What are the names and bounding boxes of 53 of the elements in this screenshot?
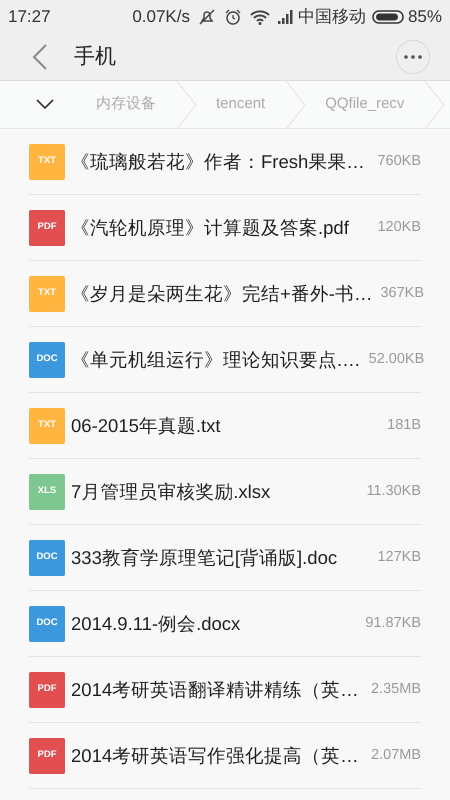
file-size: 760KB (376, 152, 421, 171)
more-icon (404, 54, 422, 58)
file-row[interactable]: DOC 《单元机组运行》理论知识要点.… 52.00KB (29, 327, 421, 393)
file-type-icon: DOC (29, 342, 65, 378)
file-name: 《岁月是朵两生花》完结+番外-书… (71, 282, 372, 306)
file-size: 2.35MB (370, 680, 421, 699)
alarm-icon (224, 8, 242, 26)
screen-title: 手机 (74, 44, 116, 70)
file-name: 《汽轮机原理》计算题及答案.pdf (71, 216, 349, 240)
battery-percent: 85% (408, 6, 442, 28)
wifi-icon (250, 8, 270, 24)
file-type-icon: TXT (29, 144, 65, 180)
battery-icon (372, 10, 404, 24)
file-name: 《琉璃般若花》作者：Fresh果果… (71, 150, 365, 174)
file-row[interactable]: PDF 2014考研英语写作强化提高（英… 2.07MB (29, 723, 421, 789)
file-row[interactable]: TXT 《岁月是朵两生花》完结+番外-书… 367KB (29, 261, 421, 327)
file-name: 2014.9.11-例会.docx (71, 612, 240, 636)
back-button[interactable] (32, 44, 48, 70)
file-type-icon: XLS (29, 474, 65, 510)
file-type-icon: TXT (29, 276, 65, 312)
file-size: 120KB (376, 218, 421, 237)
file-row[interactable]: DOC 2014.9.11-例会.docx 91.87KB (29, 591, 421, 657)
file-name: 333教育学原理笔记[背诵版].doc (71, 546, 338, 570)
file-type-icon: PDF (29, 210, 65, 246)
file-size: 127KB (376, 548, 421, 567)
file-row[interactable]: TXT 06-2015年真题.txt 181B (29, 393, 421, 459)
file-row[interactable]: PDF 《汽轮机原理》计算题及答案.pdf 120KB (29, 195, 421, 261)
file-size: 2.07MB (370, 746, 421, 765)
file-type-icon: PDF (29, 738, 65, 774)
file-type-icon: DOC (29, 540, 65, 576)
file-size: 181B (386, 416, 421, 435)
chevron-down-icon (36, 99, 54, 110)
signal-icon (278, 10, 294, 24)
file-type-icon: TXT (29, 408, 65, 444)
file-type-icon: DOC (29, 606, 65, 642)
file-row[interactable]: TXT 《琉璃般若花》作者：Fresh果果… 760KB (29, 129, 421, 195)
file-name: 《单元机组运行》理论知识要点.… (71, 348, 361, 372)
carrier-name: 中国移动 (298, 6, 366, 28)
muted-bell-icon (198, 8, 216, 26)
file-row[interactable]: DOC 333教育学原理笔记[背诵版].doc 127KB (29, 525, 421, 591)
file-name: 2014考研英语翻译精讲精练（英… (71, 678, 359, 702)
file-name: 2014考研英语写作强化提高（英… (71, 744, 359, 768)
file-row[interactable]: PDF 2014考研英语翻译精讲精练（英… 2.35MB (29, 657, 421, 723)
file-size: 11.30KB (365, 482, 421, 501)
network-speed: 0.07K/s (132, 6, 190, 28)
file-type-icon: PDF (29, 672, 65, 708)
file-name: 7月管理员审核奖励.xlsx (71, 480, 270, 504)
back-icon (32, 44, 48, 70)
clock-time: 17:27 (8, 6, 51, 28)
file-row[interactable]: XLS 7月管理员审核奖励.xlsx 11.30KB (29, 459, 421, 525)
file-size: 91.87KB (364, 614, 421, 633)
more-button[interactable] (396, 40, 430, 74)
file-name: 06-2015年真题.txt (71, 414, 221, 438)
